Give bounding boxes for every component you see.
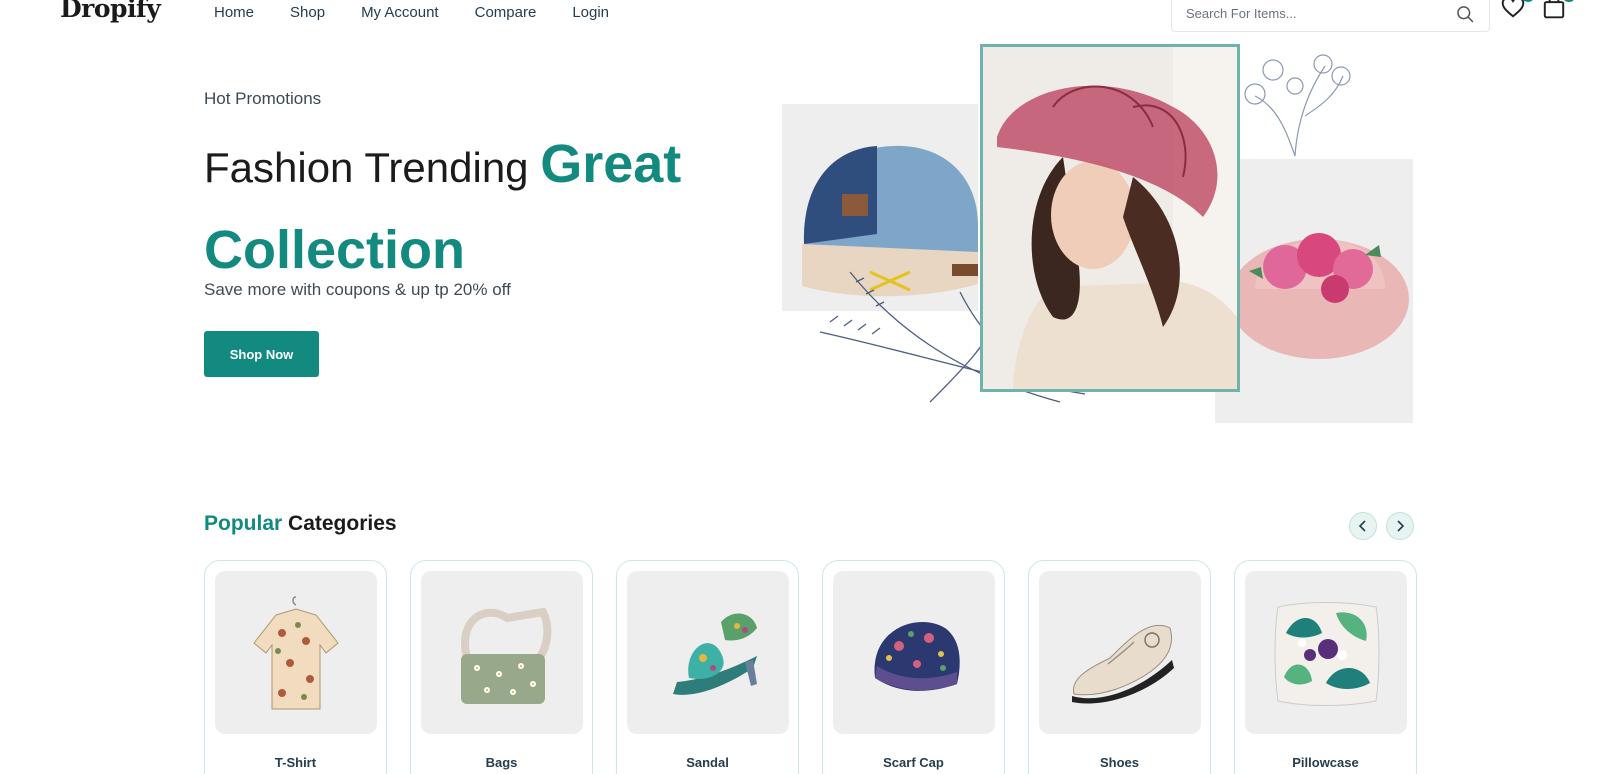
category-thumb — [1245, 571, 1407, 734]
pillow-icon — [1274, 601, 1380, 706]
shopping-bag-icon — [1543, 0, 1565, 19]
category-list: T-Shirt Bags Sandal Scarf Cap Shoes Pill… — [204, 560, 1417, 774]
categories-title: Popular Categories — [204, 512, 397, 536]
wishlist-button[interactable] — [1500, 0, 1535, 22]
category-label: T-Shirt — [274, 755, 317, 770]
category-label: Bags — [485, 755, 518, 770]
category-label: Pillowcase — [1292, 755, 1359, 770]
category-thumb — [1039, 571, 1201, 734]
category-card-shoes[interactable]: Shoes — [1028, 560, 1211, 774]
woman-hat-image — [983, 47, 1237, 389]
chevron-left-icon — [1358, 520, 1366, 532]
search-input[interactable] — [1186, 6, 1436, 21]
category-card-sandal[interactable]: Sandal — [616, 560, 799, 774]
site-header: Dropify Home Shop My Account Compare Log… — [0, 0, 1600, 36]
hero-collage — [780, 42, 1420, 426]
category-label: Scarf Cap — [883, 755, 944, 770]
site-logo[interactable]: Dropify — [60, 0, 161, 23]
hero-title-dark: Fashion Trending — [204, 144, 541, 191]
main-nav: Home Shop My Account Compare Login — [214, 4, 609, 21]
carousel-prev-button[interactable] — [1349, 512, 1377, 540]
woman-hat-photo — [980, 44, 1240, 392]
flower-sketch-illustration — [1244, 54, 1351, 157]
category-card-scarf-cap[interactable]: Scarf Cap — [822, 560, 1005, 774]
nav-home[interactable]: Home — [214, 4, 254, 21]
cart-button[interactable] — [1541, 0, 1576, 22]
category-thumb — [833, 571, 995, 734]
category-card-pillowcase[interactable]: Pillowcase — [1234, 560, 1417, 774]
category-card-bags[interactable]: Bags — [410, 560, 593, 774]
category-thumb — [421, 571, 583, 734]
heart-icon — [1501, 0, 1525, 18]
categories-title-rest: Categories — [282, 512, 397, 535]
search-box — [1171, 0, 1490, 32]
category-thumb — [627, 571, 789, 734]
shoe-icon — [1072, 624, 1174, 704]
category-label: Shoes — [1099, 755, 1139, 770]
pink-hat-panel — [1215, 159, 1413, 423]
cap-icon — [874, 621, 960, 691]
category-card-tshirt[interactable]: T-Shirt — [204, 560, 387, 774]
category-label: Sandal — [686, 755, 729, 770]
bag-icon — [461, 607, 552, 704]
chevron-right-icon — [1397, 520, 1405, 532]
nav-compare[interactable]: Compare — [475, 4, 537, 21]
nav-shop[interactable]: Shop — [290, 4, 325, 21]
hero-subtitle: Save more with coupons & up tp 20% off — [204, 280, 511, 299]
categories-title-accent: Popular — [204, 512, 283, 535]
shirt-icon — [253, 595, 339, 709]
hero-title: Fashion Trending Great Collection — [204, 128, 724, 300]
search-icon[interactable] — [1455, 4, 1475, 24]
nav-login[interactable]: Login — [572, 4, 609, 21]
pink-hat-image — [1229, 233, 1409, 359]
shop-now-button[interactable]: Shop Now — [204, 331, 319, 377]
sandal-icon — [673, 612, 757, 695]
carousel-next-button[interactable] — [1386, 512, 1414, 540]
nav-my-account[interactable]: My Account — [361, 4, 439, 21]
category-thumb — [215, 571, 377, 734]
hero-eyebrow: Hot Promotions — [204, 89, 322, 108]
